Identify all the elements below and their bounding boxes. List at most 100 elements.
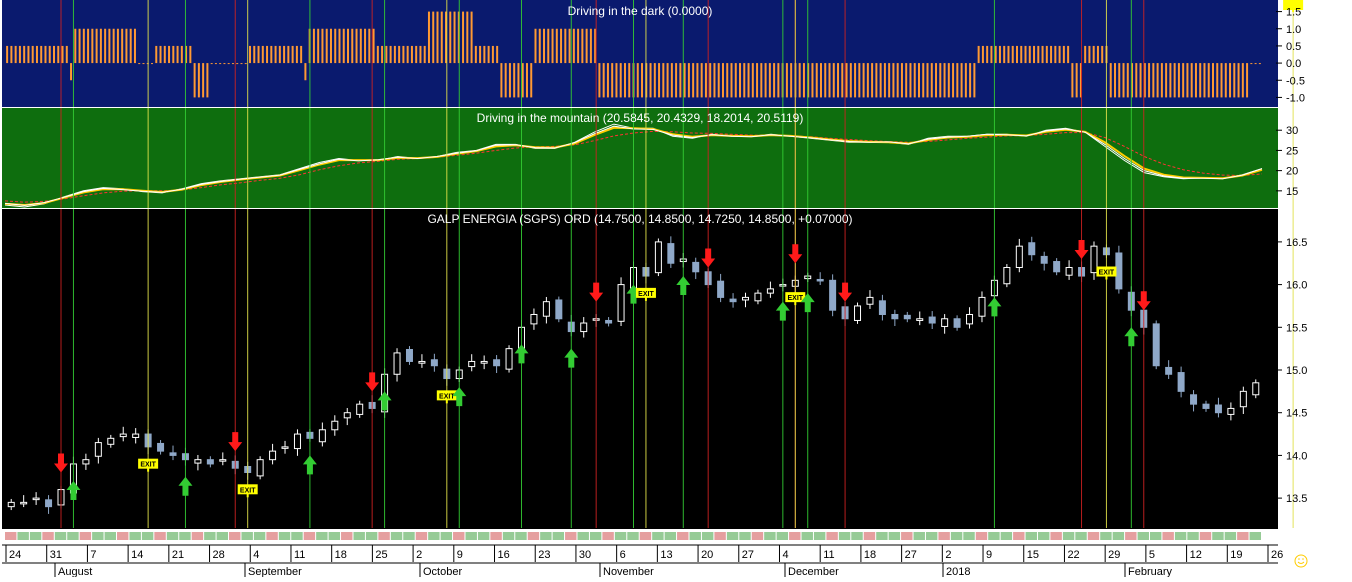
- histogram-bar: [896, 63, 899, 98]
- histogram-bar: [87, 28, 90, 64]
- histogram-bar: [1007, 45, 1010, 64]
- histogram-bar: [329, 28, 332, 64]
- histogram-bar: [926, 63, 929, 98]
- histogram-bar: [334, 28, 337, 64]
- histogram-bar: [773, 63, 776, 98]
- histogram-bar: [449, 11, 452, 64]
- histogram-bar: [381, 45, 384, 64]
- histogram-bar: [223, 63, 226, 65]
- candle-body: [430, 359, 438, 367]
- histogram-bar: [266, 45, 269, 64]
- histogram-bar: [1011, 45, 1014, 64]
- histogram-bar: [619, 63, 622, 98]
- histogram-bar: [121, 28, 124, 64]
- histogram-bar: [534, 28, 537, 64]
- candle-body: [269, 450, 277, 461]
- histogram-bar: [611, 63, 614, 98]
- histogram-bar: [909, 63, 912, 98]
- histogram-bar: [415, 45, 418, 64]
- strip-segment: [963, 532, 975, 540]
- histogram-bar: [998, 45, 1001, 64]
- candle-body: [256, 459, 264, 477]
- candle-body: [1177, 372, 1185, 392]
- strip-segment: [1087, 532, 1100, 540]
- month-label: February: [1128, 566, 1173, 577]
- histogram-bar: [508, 63, 511, 98]
- strip-segment: [801, 532, 813, 540]
- histogram-bar: [641, 63, 644, 98]
- strip-segment: [129, 532, 141, 540]
- strip-segment: [341, 532, 353, 540]
- strip-segment: [913, 532, 925, 540]
- strip-segment: [29, 532, 42, 540]
- histogram-bar: [709, 63, 712, 98]
- strip-segment: [751, 532, 764, 540]
- histogram-bar: [854, 63, 857, 98]
- histogram-bar: [1148, 63, 1151, 98]
- candle-body: [219, 459, 227, 462]
- candle-body: [356, 403, 364, 415]
- histogram-bar: [1088, 45, 1091, 64]
- panel3-background: [2, 209, 1278, 529]
- histogram-bar: [423, 45, 426, 64]
- candle-body: [692, 261, 700, 273]
- strip-segment: [154, 532, 166, 540]
- histogram-bar: [841, 63, 844, 98]
- histogram-bar: [283, 45, 286, 64]
- candle-body: [953, 318, 961, 328]
- histogram-bar: [219, 63, 222, 65]
- candle-body: [667, 243, 675, 264]
- histogram-bar: [969, 63, 972, 98]
- histogram-bar: [487, 45, 490, 64]
- strip-segment: [266, 532, 278, 540]
- histogram-bar: [837, 63, 840, 98]
- histogram-bar: [1199, 63, 1202, 98]
- histogram-bar: [696, 63, 699, 98]
- histogram-bar: [943, 63, 946, 98]
- histogram-bar: [602, 63, 605, 98]
- histogram-bar: [760, 63, 763, 98]
- candle-body: [418, 360, 426, 364]
- candle-body: [542, 301, 550, 317]
- strip-segment: [652, 532, 664, 540]
- histogram-bar: [227, 63, 230, 65]
- histogram-bar: [687, 63, 690, 98]
- histogram-bar: [78, 28, 81, 64]
- strip-segment: [689, 532, 701, 540]
- histogram-bar: [751, 63, 754, 98]
- histogram-bar: [1109, 63, 1112, 98]
- strip-segment: [117, 532, 129, 540]
- histogram-bar: [947, 63, 950, 98]
- strip-segment: [278, 532, 291, 540]
- histogram-bar: [1067, 45, 1070, 64]
- histogram-bar: [875, 63, 878, 98]
- histogram-bar: [1220, 63, 1223, 98]
- x-tick-label: 6: [620, 549, 626, 561]
- histogram-bar: [952, 63, 955, 98]
- histogram-bar: [338, 28, 341, 64]
- histogram-bar: [1254, 63, 1257, 65]
- candle-body: [480, 360, 488, 364]
- strip-segment: [1125, 532, 1137, 540]
- histogram-bar: [44, 45, 47, 64]
- x-tick-label: 27: [905, 549, 917, 561]
- x-tick-label: 15: [1027, 549, 1039, 561]
- histogram-bar: [31, 45, 34, 64]
- strip-segment: [1100, 532, 1112, 540]
- strip-segment: [1162, 532, 1174, 540]
- histogram-bar: [1229, 63, 1232, 98]
- histogram-bar: [53, 45, 56, 64]
- histogram-bar: [747, 63, 750, 98]
- histogram-bar: [27, 45, 30, 64]
- y-tick-label: 30: [1286, 125, 1298, 137]
- histogram-bar: [355, 28, 358, 64]
- histogram-bar: [653, 63, 656, 98]
- x-tick-label: 11: [823, 549, 834, 561]
- strip-segment: [589, 532, 602, 540]
- histogram-bar: [347, 28, 350, 64]
- strip-segment: [1187, 532, 1199, 540]
- histogram-bar: [1020, 45, 1023, 64]
- histogram-bar: [351, 28, 354, 64]
- chart-svg: EXIT EXIT EXIT EXIT EXIT EXIT EXIT 1.5 1.0 0.5 0.…: [2, 0, 1330, 578]
- month-label: 2018: [946, 566, 970, 577]
